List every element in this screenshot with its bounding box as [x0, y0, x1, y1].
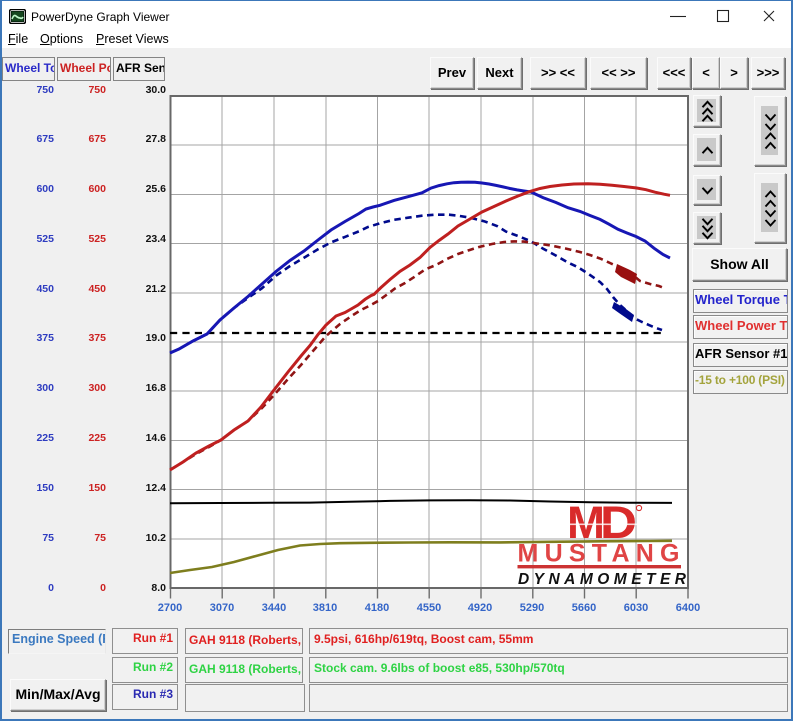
svg-text:DYNAMOMETER: DYNAMOMETER: [518, 571, 687, 588]
